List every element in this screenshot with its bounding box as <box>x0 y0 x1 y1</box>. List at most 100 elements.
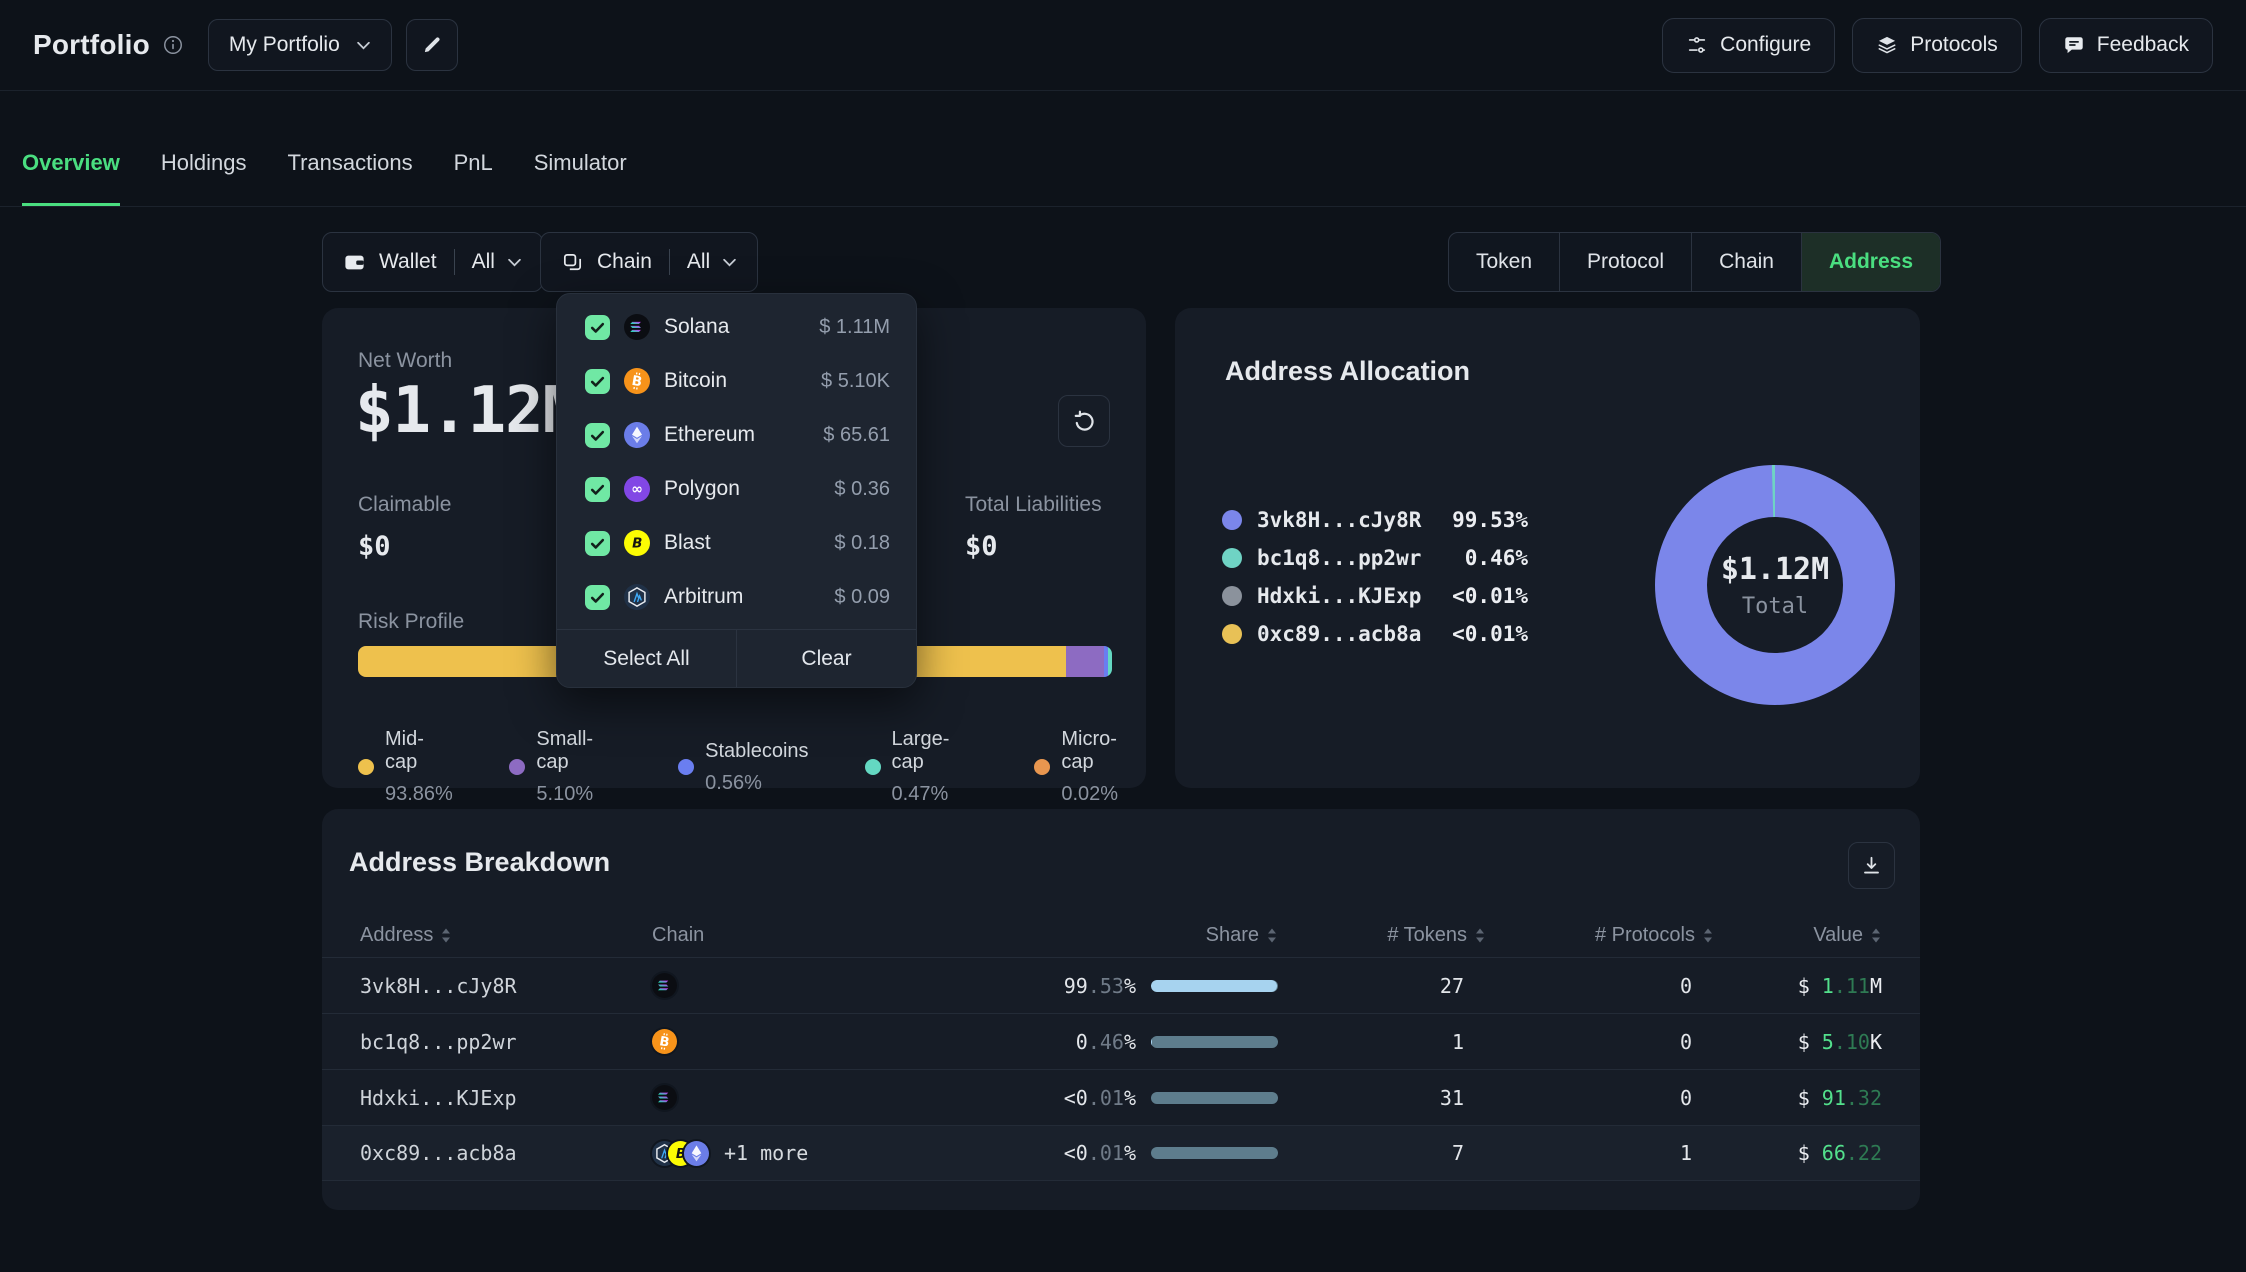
refresh-button[interactable] <box>1058 395 1110 447</box>
address-breakdown-card: Address Breakdown AddressChainShare# Tok… <box>322 809 1920 1210</box>
chain-filter-label: Chain <box>597 250 652 274</box>
column-header-value[interactable]: Value <box>1714 924 1882 947</box>
configure-button[interactable]: Configure <box>1662 18 1835 73</box>
row-share: 0.46% <box>1022 1030 1278 1054</box>
share-bar <box>1151 1092 1278 1104</box>
checkbox-checked-icon[interactable] <box>585 423 610 448</box>
sort-icon <box>1702 927 1714 944</box>
tab-pnl[interactable]: PnL <box>454 150 493 206</box>
allocation-donut-chart: $1.12M Total <box>1655 465 1895 705</box>
download-button[interactable] <box>1848 842 1895 889</box>
more-chains-label: +1 more <box>724 1141 808 1165</box>
chain-option-value: $ 5.10K <box>821 370 890 393</box>
row-protocols: 0 <box>1486 1030 1714 1054</box>
view-address[interactable]: Address <box>1802 233 1940 291</box>
legend-dot-icon <box>678 759 694 775</box>
wallet-filter-label: Wallet <box>379 250 437 274</box>
wallet-filter-value: All <box>472 250 495 274</box>
row-chains: B+1 more <box>652 1141 1022 1166</box>
allocation-address: bc1q8...pp2wr <box>1257 546 1421 570</box>
portfolio-selector[interactable]: My Portfolio <box>208 19 392 71</box>
svg-text:B: B <box>632 536 642 552</box>
column-header-tokens[interactable]: # Tokens <box>1278 924 1486 947</box>
tab-overview[interactable]: Overview <box>22 150 120 206</box>
sort-icon <box>440 927 452 944</box>
row-chains <box>652 973 1022 998</box>
legend-dot-icon <box>358 759 374 775</box>
divider <box>669 249 670 275</box>
bitcoin-icon: B <box>652 1029 677 1054</box>
checkbox-checked-icon[interactable] <box>585 531 610 556</box>
top-actions: Configure Protocols Feedback <box>1662 18 2213 73</box>
view-switcher: TokenProtocolChainAddress <box>1448 232 1941 292</box>
row-address: Hdxki...KJExp <box>360 1086 652 1110</box>
table-row[interactable]: 3vk8H...cJy8R 99.53% 27 0 $ 1.11M <box>322 957 1920 1013</box>
checkbox-checked-icon[interactable] <box>585 369 610 394</box>
allocation-pct: 99.53% <box>1452 508 1528 532</box>
tab-holdings[interactable]: Holdings <box>161 150 247 206</box>
checkbox-checked-icon[interactable] <box>585 585 610 610</box>
liabilities-label: Total Liabilities <box>965 493 1102 517</box>
wallet-filter-button[interactable]: Wallet All <box>322 232 543 292</box>
allocation-legend: 3vk8H...cJy8R 99.53% bc1q8...pp2wr 0.46%… <box>1222 501 1528 653</box>
feedback-button[interactable]: Feedback <box>2039 18 2213 73</box>
info-icon <box>162 34 184 56</box>
protocols-button[interactable]: Protocols <box>1852 18 2022 73</box>
view-protocol[interactable]: Protocol <box>1560 233 1692 291</box>
clear-button[interactable]: Clear <box>736 630 916 687</box>
tab-bar: Overview Holdings Transactions PnL Simulator <box>0 91 2246 207</box>
table-row[interactable]: bc1q8...pp2wr B 0.46% 1 0 $ 5.10K <box>322 1013 1920 1069</box>
layers-icon <box>1876 34 1898 56</box>
view-token[interactable]: Token <box>1449 233 1560 291</box>
allocation-legend-item: 3vk8H...cJy8R 99.53% <box>1222 501 1528 539</box>
checkbox-checked-icon[interactable] <box>585 477 610 502</box>
chain-option-label: Arbitrum <box>664 585 743 609</box>
chain-option-label: Ethereum <box>664 423 755 447</box>
sort-icon <box>1474 927 1486 944</box>
chain-option-value: $ 1.11M <box>819 316 890 339</box>
address-allocation-card: Address Allocation 3vk8H...cJy8R 99.53% … <box>1175 308 1920 788</box>
risk-legend-item: Mid-cap 93.86% <box>358 728 453 806</box>
row-tokens: 27 <box>1278 974 1486 998</box>
column-header-address[interactable]: Address <box>360 924 652 947</box>
allocation-pct: <0.01% <box>1452 622 1528 646</box>
row-address: 3vk8H...cJy8R <box>360 974 652 998</box>
arbitrum-icon <box>624 584 650 610</box>
table-row[interactable]: 0xc89...acb8a B+1 more <0.01% 7 1 $ 66.2… <box>322 1125 1920 1181</box>
chain-option-solana[interactable]: Solana $ 1.11M <box>557 300 916 354</box>
divider <box>454 249 455 275</box>
feedback-label: Feedback <box>2097 33 2189 57</box>
edit-portfolio-button[interactable] <box>406 19 458 71</box>
tab-simulator[interactable]: Simulator <box>534 150 627 206</box>
liabilities-block: Total Liabilities $0 <box>965 493 1102 562</box>
polygon-icon: ∞ <box>624 476 650 502</box>
share-bar <box>1151 1147 1278 1159</box>
row-share: <0.01% <box>1022 1141 1278 1165</box>
legend-dot-icon <box>1222 548 1242 568</box>
chain-option-arbitrum[interactable]: Arbitrum $ 0.09 <box>557 570 916 624</box>
chevron-down-icon <box>507 258 522 267</box>
checkbox-checked-icon[interactable] <box>585 315 610 340</box>
table-row[interactable]: Hdxki...KJExp <0.01% 31 0 $ 91.32 <box>322 1069 1920 1125</box>
row-value: $ 1.11M <box>1714 974 1882 998</box>
column-header-chain: Chain <box>652 924 1022 947</box>
row-share: <0.01% <box>1022 1086 1278 1110</box>
tab-transactions[interactable]: Transactions <box>287 150 412 206</box>
column-header-share[interactable]: Share <box>1022 924 1278 947</box>
chain-option-bitcoin[interactable]: B Bitcoin $ 5.10K <box>557 354 916 408</box>
select-all-button[interactable]: Select All <box>557 630 736 687</box>
chat-bubble-icon <box>2063 34 2085 56</box>
view-chain[interactable]: Chain <box>1692 233 1802 291</box>
chain-option-blast[interactable]: B Blast $ 0.18 <box>557 516 916 570</box>
solana-icon <box>652 973 677 998</box>
chain-option-ethereum[interactable]: Ethereum $ 65.61 <box>557 408 916 462</box>
chain-option-polygon[interactable]: ∞ Polygon $ 0.36 <box>557 462 916 516</box>
risk-legend-pct: 5.10% <box>536 783 622 806</box>
row-share: 99.53% <box>1022 974 1278 998</box>
chain-filter-button[interactable]: Chain All <box>540 232 758 292</box>
claimable-block: Claimable $0 <box>358 493 451 562</box>
chain-filter-value: All <box>687 250 710 274</box>
column-header-protocols[interactable]: # Protocols <box>1486 924 1714 947</box>
portfolio-app: Portfolio My Portfolio Configure Protoco… <box>0 0 2246 1272</box>
allocation-pct: <0.01% <box>1452 584 1528 608</box>
